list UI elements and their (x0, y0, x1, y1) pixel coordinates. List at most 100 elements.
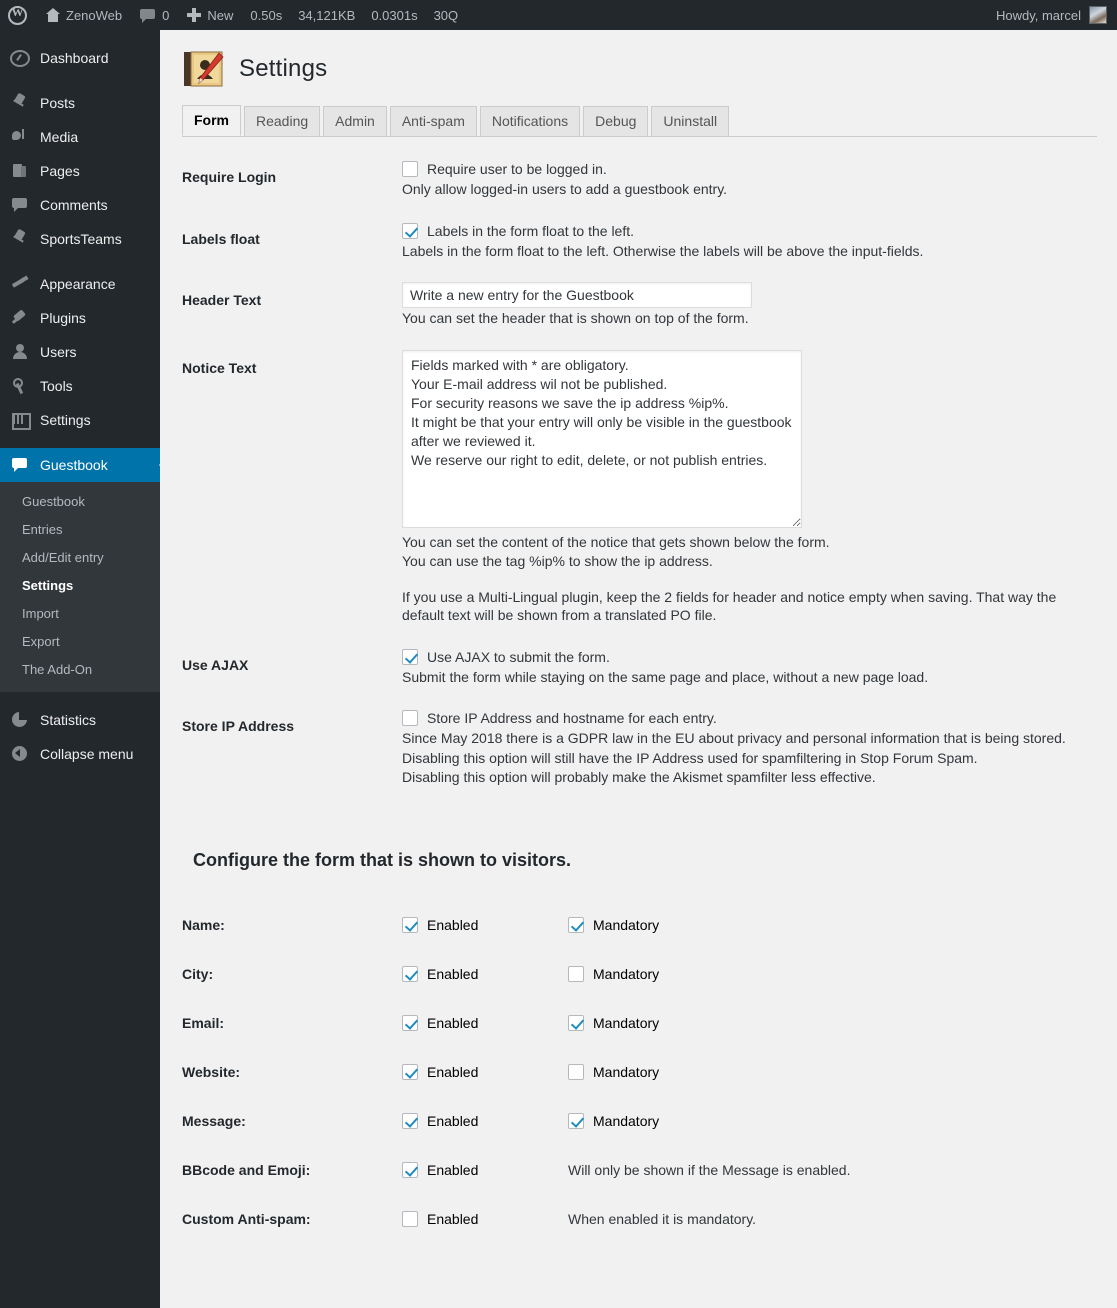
store-ip-description-3: Disabling this option will probably make… (402, 768, 1097, 787)
enabled-checkbox[interactable] (402, 1162, 418, 1178)
mandatory-checkbox[interactable] (568, 1113, 584, 1129)
tab-admin[interactable]: Admin (323, 106, 387, 136)
field-enabled-cell: Enabled (402, 1162, 568, 1178)
tab-form[interactable]: Form (182, 105, 241, 136)
sidebar-separator (0, 692, 160, 703)
sidebar-separator (0, 256, 160, 267)
enabled-checkbox[interactable] (402, 1211, 418, 1227)
enabled-checkbox[interactable] (402, 1113, 418, 1129)
field-row-message: Message: Enabled Mandatory (182, 1111, 1097, 1131)
notice-text-textarea[interactable]: Fields marked with * are obligatory. You… (402, 350, 802, 528)
sidebar-item-statistics[interactable]: Statistics (0, 703, 160, 737)
setting-row-header-text: Header Text You can set the header that … (182, 282, 1097, 328)
require-login-checkbox-line: Require user to be logged in. (402, 159, 1097, 179)
field-row-website: Website: Enabled Mandatory (182, 1062, 1097, 1082)
enabled-checkbox[interactable] (402, 1064, 418, 1080)
sidebar-item-label: Media (40, 130, 78, 144)
mandatory-label: Mandatory (593, 966, 659, 982)
enabled-label: Enabled (427, 917, 478, 933)
tab-reading[interactable]: Reading (244, 106, 320, 136)
my-account-menu[interactable]: Howdy, marcel (996, 6, 1117, 24)
field-mandatory-cell: Mandatory (568, 917, 768, 933)
field-enabled-cell: Enabled (402, 1211, 568, 1227)
field-label: Message: (182, 1113, 402, 1129)
sidebar-item-media[interactable]: Media (0, 120, 160, 154)
submenu-item-guestbook[interactable]: Guestbook (0, 488, 160, 516)
page-header: Settings (182, 43, 1097, 95)
sidebar-item-dashboard[interactable]: Dashboard (0, 41, 160, 75)
use-ajax-body: Use AJAX to submit the form. Submit the … (402, 647, 1097, 687)
store-ip-body: Store IP Address and hostname for each e… (402, 708, 1097, 787)
new-content-menu[interactable]: New (178, 0, 242, 30)
submenu-item-import[interactable]: Import (0, 600, 160, 628)
store-ip-checkbox-line: Store IP Address and hostname for each e… (402, 708, 1097, 728)
site-name-menu[interactable]: ZenoWeb (36, 0, 131, 30)
submenu-item-entries[interactable]: Entries (0, 516, 160, 544)
sidebar-item-guestbook[interactable]: Guestbook (0, 448, 160, 482)
comments-menu[interactable]: 0 (131, 0, 178, 30)
header-text-input[interactable] (402, 282, 752, 308)
guestbook-submenu: Guestbook Entries Add/Edit entry Setting… (0, 482, 160, 692)
sidebar-item-appearance[interactable]: Appearance (0, 267, 160, 301)
pin-icon (10, 93, 30, 113)
use-ajax-checkbox[interactable] (402, 649, 418, 665)
mandatory-checkbox[interactable] (568, 1064, 584, 1080)
use-ajax-checkbox-label: Use AJAX to submit the form. (427, 648, 610, 666)
sidebar-item-sportsteams[interactable]: SportsTeams (0, 222, 160, 256)
field-label: Custom Anti-spam: (182, 1211, 402, 1227)
tab-notifications[interactable]: Notifications (480, 106, 580, 136)
sidebar-item-plugins[interactable]: Plugins (0, 301, 160, 335)
submenu-item-add-edit-entry[interactable]: Add/Edit entry (0, 544, 160, 572)
new-label: New (207, 8, 233, 23)
tab-uninstall[interactable]: Uninstall (651, 106, 729, 136)
main-content: Settings FormReadingAdminAnti-spamNotifi… (160, 30, 1117, 1308)
sidebar-item-settings[interactable]: Settings (0, 403, 160, 437)
mandatory-checkbox[interactable] (568, 966, 584, 982)
enabled-checkbox[interactable] (402, 1015, 418, 1031)
enabled-checkbox[interactable] (402, 917, 418, 933)
sidebar-item-comments[interactable]: Comments (0, 188, 160, 222)
header-text-description: You can set the header that is shown on … (402, 309, 1097, 328)
collapse-arrow-icon (10, 744, 30, 764)
submenu-item-settings[interactable]: Settings (0, 572, 160, 600)
field-enabled-cell: Enabled (402, 917, 568, 933)
field-row-city: City: Enabled Mandatory (182, 964, 1097, 984)
sidebar-item-pages[interactable]: Pages (0, 154, 160, 188)
submenu-item-the-add-on[interactable]: The Add-On (0, 656, 160, 684)
store-ip-checkbox[interactable] (402, 710, 418, 726)
enabled-label: Enabled (427, 1015, 478, 1031)
comment-icon (10, 195, 30, 215)
tab-debug[interactable]: Debug (583, 106, 648, 136)
submenu-item-export[interactable]: Export (0, 628, 160, 656)
use-ajax-label: Use AJAX (182, 647, 402, 687)
wordpress-logo-menu[interactable] (0, 0, 36, 30)
require-login-body: Require user to be logged in. Only allow… (402, 159, 1097, 199)
field-enabled-cell: Enabled (402, 1064, 568, 1080)
site-name-label: ZenoWeb (66, 8, 122, 23)
mandatory-checkbox[interactable] (568, 917, 584, 933)
field-enabled-cell: Enabled (402, 1015, 568, 1031)
enabled-label: Enabled (427, 1113, 478, 1129)
header-text-label: Header Text (182, 282, 402, 328)
require-login-label: Require Login (182, 159, 402, 199)
sidebar-item-posts[interactable]: Posts (0, 86, 160, 120)
collapse-menu-button[interactable]: Collapse menu (0, 737, 160, 771)
require-login-description: Only allow logged-in users to add a gues… (402, 180, 1097, 199)
sidebar-item-label: Tools (40, 379, 73, 393)
sidebar-separator (0, 75, 160, 86)
field-label: Email: (182, 1015, 402, 1031)
labels-float-checkbox[interactable] (402, 223, 418, 239)
require-login-checkbox[interactable] (402, 161, 418, 177)
labels-float-checkbox-line: Labels in the form float to the left. (402, 221, 1097, 241)
pin-icon (10, 229, 30, 249)
enabled-checkbox[interactable] (402, 966, 418, 982)
sidebar-item-tools[interactable]: Tools (0, 369, 160, 403)
field-note: When enabled it is mandatory. (568, 1211, 756, 1227)
tab-anti-spam[interactable]: Anti-spam (390, 106, 477, 136)
sidebar-item-users[interactable]: Users (0, 335, 160, 369)
labels-float-body: Labels in the form float to the left. La… (402, 221, 1097, 261)
labels-float-label: Labels float (182, 221, 402, 261)
mandatory-checkbox[interactable] (568, 1015, 584, 1031)
store-ip-label: Store IP Address (182, 708, 402, 787)
enabled-label: Enabled (427, 1064, 478, 1080)
